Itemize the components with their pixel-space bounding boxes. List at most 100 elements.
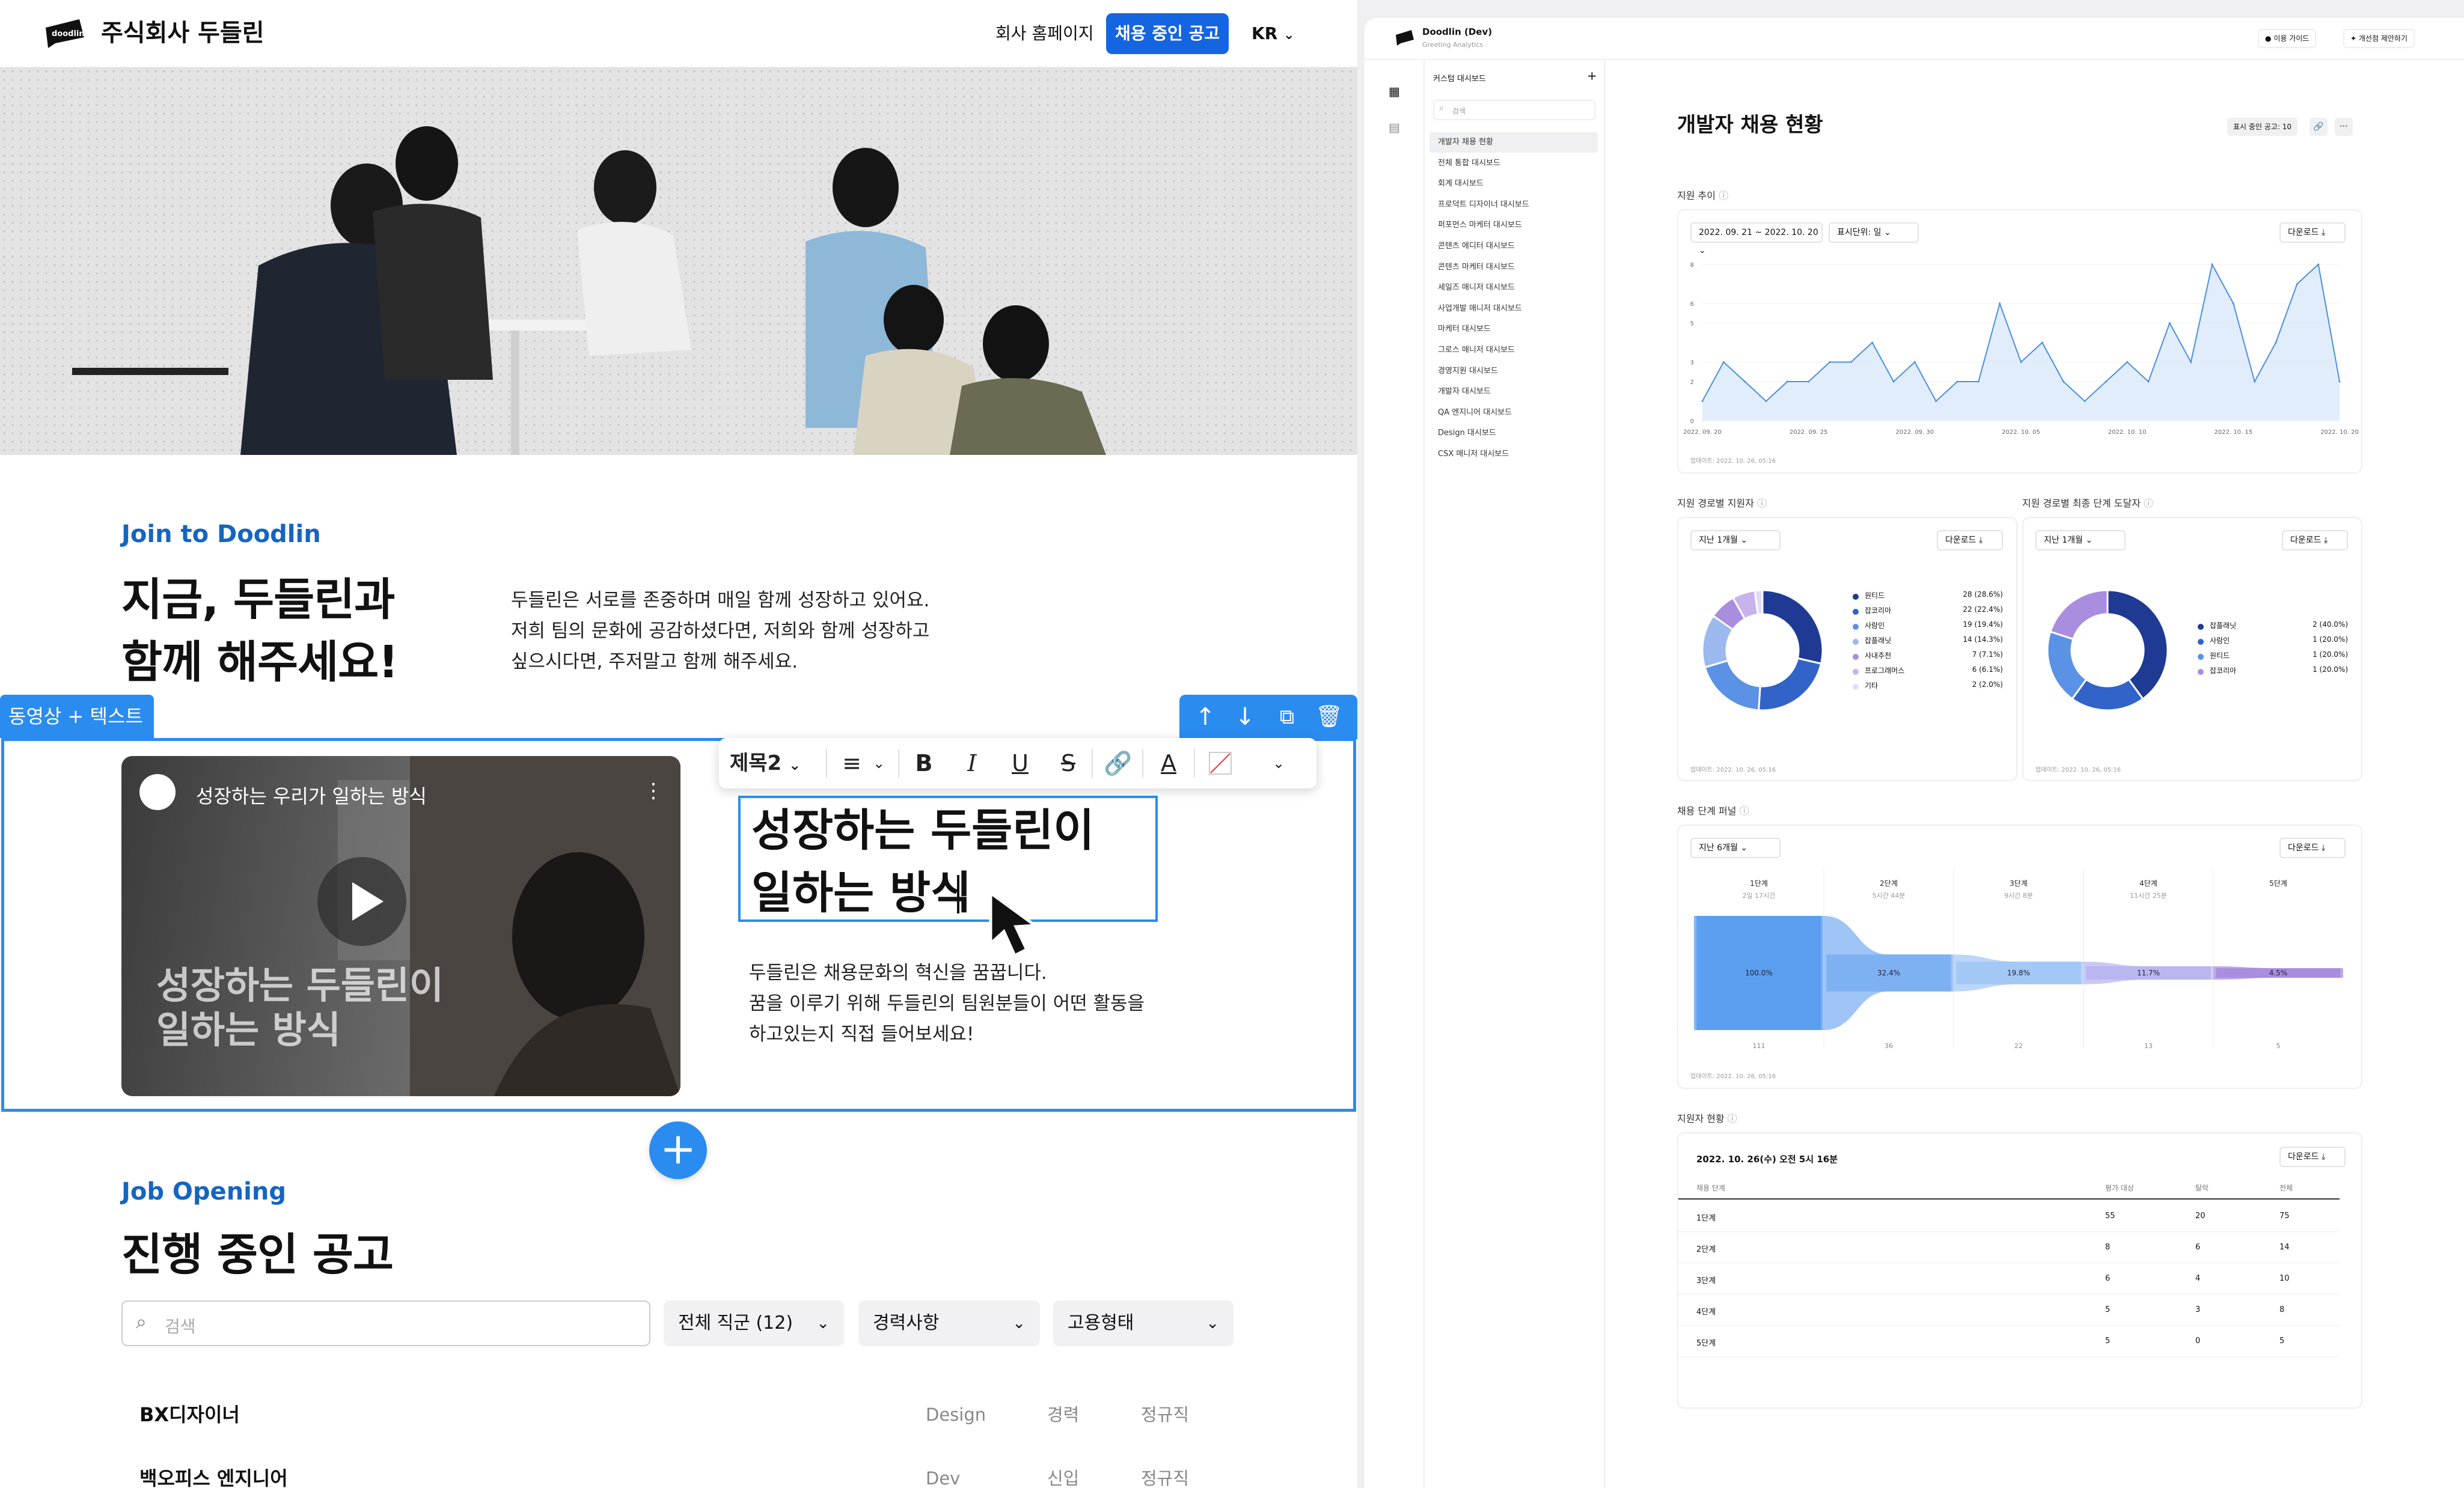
- feedback-button[interactable]: ✦ 개선점 제안하기: [2343, 29, 2415, 48]
- donut-slice: [1761, 589, 1824, 665]
- underline-icon[interactable]: U: [1005, 746, 1035, 780]
- stage-label: 1단계: [1750, 879, 1768, 888]
- legend-name: 잡플래닛: [1865, 636, 1892, 645]
- video-title: 성장하는 우리가 일하는 방식: [196, 785, 427, 808]
- legend-dot: [2198, 639, 2204, 645]
- more-options-icon[interactable]: ⋯: [2335, 118, 2353, 136]
- source-donut-chart[interactable]: [1696, 584, 1829, 716]
- download-button[interactable]: 다운로드 ⤓: [2279, 222, 2346, 243]
- sidebar-item[interactable]: 퍼포먼스 마케터 대시보드: [1429, 215, 1598, 236]
- applicants-section-label: 지원자 현황 ⓘ: [1677, 1113, 1737, 1124]
- table-cell: 14: [2279, 1243, 2290, 1252]
- move-up-icon[interactable]: ↑: [1188, 700, 1223, 734]
- funnel-period-label: 지난 6개월: [1699, 843, 1738, 853]
- download-button[interactable]: 다운로드 ⤓: [2282, 530, 2348, 550]
- data-point: [2020, 361, 2022, 363]
- link-icon[interactable]: 🔗: [2310, 118, 2328, 136]
- career-filter[interactable]: 경력사항 ⌄: [858, 1300, 1040, 1346]
- move-down-icon[interactable]: ↓: [1227, 700, 1262, 734]
- strikethrough-icon[interactable]: S: [1053, 746, 1083, 780]
- funnel-period-select[interactable]: 지난 6개월 ⌄: [1690, 838, 1781, 858]
- sidebar-item[interactable]: CSX 매니저 대시보드: [1429, 444, 1598, 465]
- employment-type-filter[interactable]: 고용형태 ⌄: [1053, 1300, 1234, 1346]
- date-range-select[interactable]: 2022. 09. 21 ~ 2022. 10. 20 ⌄: [1690, 222, 1823, 255]
- doodlin-logo[interactable]: doodlin: [43, 17, 87, 49]
- sidebar-item[interactable]: 세일즈 매니저 대시보드: [1429, 278, 1598, 298]
- heading-style-label: 제목2: [730, 751, 782, 775]
- download-button[interactable]: 다운로드 ⤓: [1937, 530, 2003, 550]
- legend-item: 사람인 19 (19.4%): [1853, 620, 2003, 635]
- add-block-button[interactable]: +: [649, 1121, 707, 1179]
- job-row[interactable]: BX디자이너 Design 경력 정규직: [139, 1391, 1209, 1439]
- funnel-chart[interactable]: 1단계 2일 17시간 100.0% 111 2단계 5시간 44분 32.4% 36 3단계 9…: [1678, 868, 2361, 1060]
- sidebar-item[interactable]: 사업개발 매니저 대시보드: [1429, 299, 1598, 319]
- data-point: [1913, 361, 1916, 363]
- job-row[interactable]: 백오피스 엔지니어 Dev 신입 정규직: [139, 1454, 1209, 1488]
- search-icon: ⌕: [136, 1310, 147, 1333]
- sidebar-item[interactable]: 전체 통합 대시보드: [1429, 153, 1598, 174]
- duplicate-icon[interactable]: ⧉: [1270, 700, 1304, 734]
- download-button[interactable]: 다운로드 ⤓: [2279, 1147, 2346, 1167]
- final-period-select[interactable]: 지난 1개월 ⌄: [2035, 530, 2126, 550]
- download-button[interactable]: 다운로드 ⤓: [2279, 838, 2346, 858]
- stage-duration: 9시간 8분: [2004, 892, 2033, 900]
- play-button[interactable]: [317, 857, 406, 946]
- legend-name: 사람인: [2210, 636, 2230, 645]
- delete-icon[interactable]: 🗑: [1312, 700, 1347, 734]
- sidebar-item[interactable]: 마케터 대시보드: [1429, 319, 1598, 340]
- job-search-input[interactable]: ⌕ 검색: [121, 1300, 650, 1346]
- block-action-toolbar: ↑ ↓ ⧉ 🗑: [1179, 695, 1357, 739]
- align-left-icon[interactable]: ≡: [837, 746, 867, 780]
- sidebar-item[interactable]: 경영지원 대시보드: [1429, 361, 1598, 382]
- svg-text:doodlin: doodlin: [52, 29, 85, 38]
- heading-style-select[interactable]: 제목2 ⌄: [730, 746, 820, 780]
- stage-duration: 5시간 44분: [1872, 892, 1906, 900]
- unit-select[interactable]: 표시단위: 일 ⌄: [1829, 222, 1919, 243]
- heading-edit-field[interactable]: 성장하는 두들린이 일하는 방식: [738, 796, 1158, 922]
- highlight-color-icon[interactable]: [1203, 746, 1237, 780]
- data-point: [2041, 341, 2043, 344]
- nav-company-home-link[interactable]: 회사 홈페이지: [995, 18, 1093, 49]
- download-label: 다운로드: [2288, 228, 2319, 237]
- video-player[interactable]: 성장하는 우리가 일하는 방식 ⋮ 성장하는 두들린이 일하는 방식: [121, 756, 680, 1096]
- bold-icon[interactable]: B: [909, 746, 939, 780]
- edit-heading-line2: 일하는 방식: [751, 867, 972, 919]
- legend-dot: [1853, 624, 1859, 630]
- text-color-icon[interactable]: A: [1152, 746, 1185, 780]
- guide-button[interactable]: ● 이용 가이드: [2258, 29, 2317, 48]
- sidebar-item[interactable]: 개발자 대시보드: [1429, 382, 1598, 402]
- data-point: [1892, 380, 1895, 383]
- nav-open-jobs-button[interactable]: 채용 중인 공고: [1106, 13, 1229, 54]
- chevron-down-icon[interactable]: ⌄: [1264, 746, 1294, 780]
- dashboard-list-sidebar: 커스텀 대시보드 + ⌕ 검색 개발자 채용 현황 전체 통합 대시보드 회계 대시…: [1425, 60, 1605, 1488]
- sidebar-item[interactable]: 그로스 매니저 대시보드: [1429, 340, 1598, 361]
- sidebar-item[interactable]: QA 엔지니어 대시보드: [1429, 403, 1598, 423]
- legend-name: 잡코리아: [2210, 666, 2237, 675]
- sidebar-item[interactable]: 회계 대시보드: [1429, 174, 1598, 194]
- legend-name: 사내추천: [1865, 651, 1892, 660]
- date-range-label: 2022. 09. 21 ~ 2022. 10. 20: [1699, 228, 1818, 237]
- link-icon[interactable]: 🔗: [1101, 746, 1135, 780]
- dashboard-grid-icon[interactable]: ▦: [1389, 84, 1400, 99]
- dashboard-search-input[interactable]: ⌕ 검색: [1433, 100, 1595, 120]
- sidebar-item[interactable]: Design 대시보드: [1429, 423, 1598, 444]
- intro-body-line3: 싶으시다면, 주저말고 함께 해주세요.: [511, 651, 798, 672]
- open-jobs-badge[interactable]: 표시 중인 공고: 10: [2227, 118, 2297, 136]
- language-selector[interactable]: KR ⌄: [1252, 18, 1294, 51]
- sidebar-item[interactable]: 프로덕트 디자이너 대시보드: [1429, 195, 1598, 215]
- sidebar-item[interactable]: 개발자 채용 현황: [1429, 132, 1598, 153]
- report-icon[interactable]: ▤: [1389, 120, 1400, 135]
- chevron-down-icon[interactable]: ⌄: [867, 746, 891, 780]
- final-donut-chart[interactable]: [2041, 584, 2174, 716]
- italic-icon[interactable]: I: [957, 746, 987, 780]
- trend-line-chart[interactable]: 0 2 3 5 6 8 2022. 09. 20 2022. 09. 25 2022. 09. …: [1678, 258, 2361, 451]
- more-options-icon[interactable]: ⋮: [643, 779, 664, 803]
- source-period-select[interactable]: 지난 1개월 ⌄: [1690, 530, 1781, 550]
- table-cell: 5: [2105, 1305, 2111, 1314]
- sidebar-item[interactable]: 콘텐츠 에디터 대시보드: [1429, 236, 1598, 257]
- sidebar-item[interactable]: 콘텐츠 마케터 대시보드: [1429, 257, 1598, 278]
- job-category-filter[interactable]: 전체 직군 (12) ⌄: [664, 1300, 844, 1346]
- job-type: 정규직: [1141, 1404, 1190, 1425]
- table-row: 3단계 6 4 10: [1678, 1263, 2340, 1294]
- add-dashboard-icon[interactable]: +: [1587, 69, 1597, 83]
